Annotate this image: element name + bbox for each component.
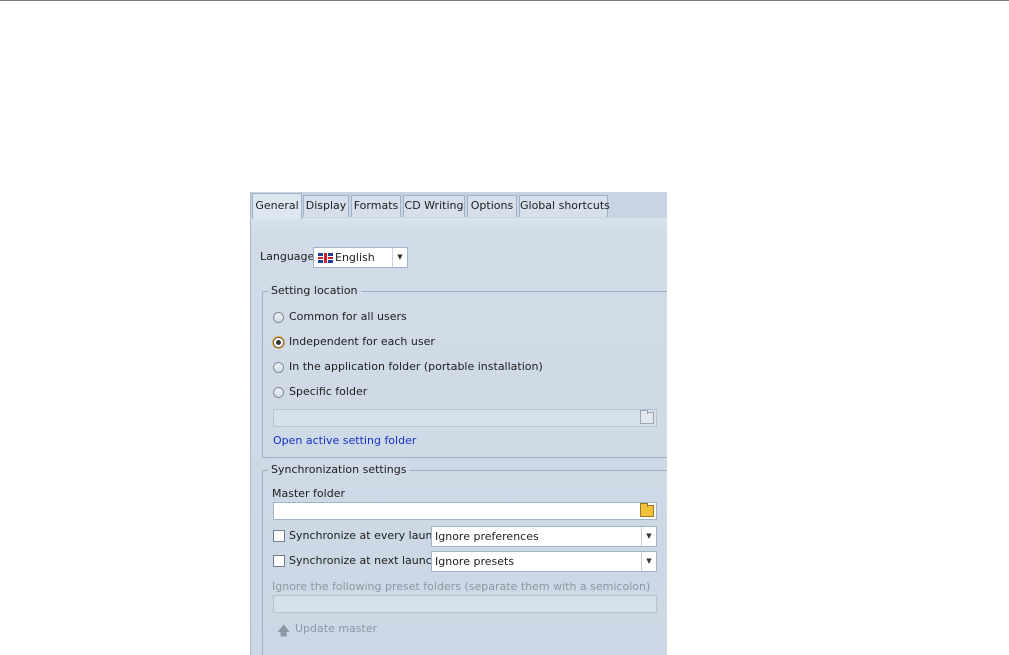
tab-strip: General Display Formats CD Writing Optio…: [251, 192, 667, 219]
sync-every-launch-selected: Ignore preferences: [435, 530, 539, 543]
tab-cd-writing[interactable]: CD Writing: [403, 195, 465, 217]
language-selected: English: [335, 251, 375, 264]
specific-folder-input[interactable]: [273, 409, 657, 427]
language-label: Language: [260, 250, 315, 263]
language-select[interactable]: English ▼: [313, 247, 408, 268]
sync-next-launch-label[interactable]: Synchronize at next launch: [289, 554, 439, 567]
ignore-preset-folders-input[interactable]: [273, 595, 657, 613]
uk-flag-icon: [318, 253, 333, 263]
sync-next-launch-checkbox[interactable]: [273, 555, 285, 567]
chevron-down-icon[interactable]: ▼: [392, 248, 407, 267]
master-folder-input[interactable]: [273, 502, 657, 520]
update-master-button[interactable]: Update master: [295, 622, 377, 635]
radio-label-specific-folder[interactable]: Specific folder: [289, 385, 367, 398]
up-arrow-icon: 🡅: [277, 624, 291, 639]
chevron-down-icon[interactable]: ▼: [641, 552, 656, 571]
open-active-setting-folder-link[interactable]: Open active setting folder: [273, 434, 416, 447]
radio-independent-for-each-user[interactable]: [273, 337, 284, 348]
sync-every-launch-select[interactable]: Ignore preferences ▼: [431, 526, 657, 547]
sync-next-launch-selected: Ignore presets: [435, 555, 515, 568]
tab-options[interactable]: Options: [467, 195, 517, 217]
radio-common-for-all-users[interactable]: [273, 312, 284, 323]
sync-every-launch-label[interactable]: Synchronize at every launch: [289, 529, 445, 542]
sync-next-launch-select[interactable]: Ignore presets ▼: [431, 551, 657, 572]
master-folder-label: Master folder: [272, 487, 345, 500]
ignore-preset-folders-label: Ignore the following preset folders (sep…: [272, 580, 651, 593]
setting-location-legend: Setting location: [268, 284, 361, 298]
tab-general[interactable]: General: [252, 193, 302, 219]
radio-application-folder[interactable]: [273, 362, 284, 373]
tab-global-shortcuts[interactable]: Global shortcuts: [519, 195, 610, 217]
chevron-down-icon[interactable]: ▼: [641, 527, 656, 546]
sync-every-launch-checkbox[interactable]: [273, 530, 285, 542]
tab-formats[interactable]: Formats: [351, 195, 401, 217]
radio-specific-folder[interactable]: [273, 387, 284, 398]
tab-display[interactable]: Display: [303, 195, 349, 217]
preferences-panel: General Display Formats CD Writing Optio…: [250, 192, 667, 655]
radio-label-common[interactable]: Common for all users: [289, 310, 407, 323]
synchronization-legend: Synchronization settings: [268, 463, 410, 477]
radio-label-application-folder[interactable]: In the application folder (portable inst…: [289, 360, 543, 373]
folder-icon[interactable]: [640, 410, 654, 424]
folder-icon[interactable]: [640, 503, 654, 517]
window-top-border: [0, 0, 1009, 1]
radio-label-independent[interactable]: Independent for each user: [289, 335, 435, 348]
general-tab-content: Language English ▼ Setting location Comm…: [251, 218, 667, 655]
